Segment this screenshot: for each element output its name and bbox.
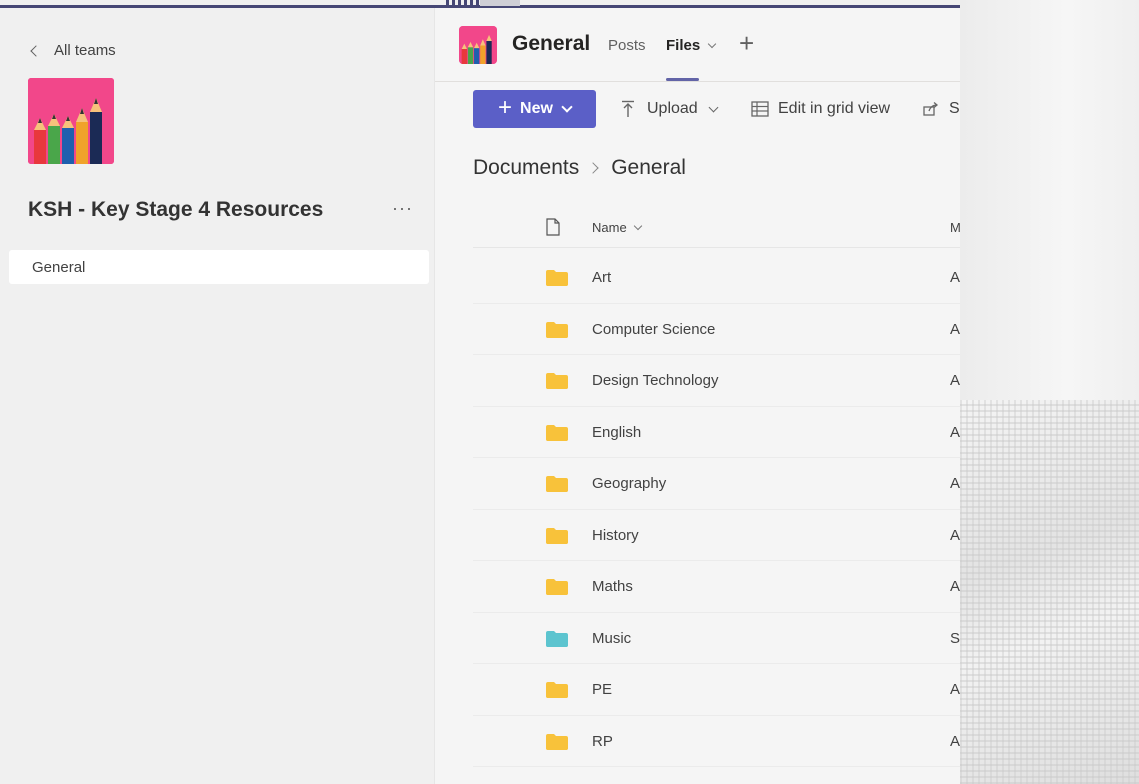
file-row[interactable]: Design Technology A: [473, 355, 961, 407]
app-bar-segment: [480, 0, 520, 6]
file-list-header: Name M: [473, 208, 961, 248]
tab-files[interactable]: Files: [666, 37, 717, 54]
file-row[interactable]: PE A: [473, 664, 961, 716]
breadcrumb: Documents General: [473, 156, 686, 180]
column-name-label: Name: [592, 220, 627, 235]
edit-in-grid-view-button[interactable]: Edit in grid view: [751, 100, 890, 118]
team-name: KSH - Key Stage 4 Resources: [28, 198, 324, 221]
file-name: PE: [592, 681, 613, 698]
folder-icon: [546, 476, 568, 497]
file-row[interactable]: English A: [473, 407, 961, 458]
add-tab-button[interactable]: +: [739, 30, 754, 56]
channel-title: General: [512, 32, 591, 55]
file-row[interactable]: Maths A: [473, 561, 961, 613]
channel-content: General Posts Files + + New Upload Edit …: [434, 8, 961, 784]
file-row[interactable]: Geography A: [473, 458, 961, 510]
share-label: S: [949, 100, 960, 117]
file-name: English: [592, 423, 642, 441]
column-header-name[interactable]: Name: [592, 220, 642, 235]
chevron-right-icon: [587, 162, 599, 174]
file-name: RP: [592, 732, 613, 750]
grid-icon: [751, 101, 769, 117]
active-tab-indicator: [666, 78, 699, 81]
file-list: Art A Computer Science A Design Technology A E…: [473, 252, 961, 767]
team-logo: [28, 78, 114, 164]
file-name: Design Technology: [592, 372, 719, 389]
file-name: Maths: [592, 578, 633, 595]
files-toolbar: + New Upload Edit in grid view S: [435, 88, 961, 130]
folder-icon: [546, 579, 568, 600]
tab-files-label: Files: [666, 37, 701, 54]
chevron-down-icon: [633, 221, 642, 231]
new-button-label: New: [520, 100, 553, 117]
folder-icon: [546, 527, 568, 549]
upload-icon: [622, 100, 634, 117]
file-name: Computer Science: [592, 320, 716, 338]
file-type-icon: [546, 218, 560, 241]
background-pattern: [960, 400, 1139, 784]
file-row[interactable]: Computer Science A: [473, 304, 961, 355]
folder-icon: [546, 733, 568, 755]
channel-item-general[interactable]: General: [9, 250, 429, 284]
channel-header: General Posts Files +: [435, 8, 961, 82]
chevron-down-icon: [707, 39, 717, 49]
share-icon: [923, 102, 939, 116]
file-row[interactable]: Art A: [473, 252, 961, 304]
folder-icon: [546, 321, 568, 343]
share-button[interactable]: S: [923, 100, 960, 118]
file-name: Geography: [592, 475, 667, 492]
chevron-down-icon: [561, 100, 573, 113]
file-name: Art: [592, 269, 612, 286]
channel-label: General: [32, 258, 86, 276]
team-sidebar: All teams KSH - Key Stage 4 Resources ··…: [0, 8, 432, 784]
all-teams-link[interactable]: All teams: [28, 42, 116, 59]
file-row[interactable]: Music S: [473, 613, 961, 664]
all-teams-label: All teams: [54, 42, 116, 59]
folder-icon: [546, 682, 568, 703]
grid-view-label: Edit in grid view: [778, 100, 891, 117]
folder-icon: [546, 424, 568, 446]
tab-posts[interactable]: Posts: [608, 37, 646, 54]
chevron-down-icon: [708, 102, 719, 112]
plus-icon: +: [498, 94, 513, 121]
folder-icon: [546, 373, 568, 394]
upload-button[interactable]: Upload: [621, 100, 719, 118]
channel-team-logo: [459, 26, 497, 64]
file-name: Music: [592, 629, 632, 647]
app-bar-indicator: [446, 0, 480, 6]
chevron-left-icon: [30, 44, 42, 57]
folder-icon: [546, 270, 568, 291]
file-row[interactable]: History A: [473, 510, 961, 561]
background-area: [960, 0, 1139, 400]
pencils-icon: [459, 26, 497, 64]
upload-label: Upload: [647, 100, 698, 117]
breadcrumb-documents[interactable]: Documents: [473, 156, 579, 180]
folder-icon: [546, 630, 568, 652]
new-button[interactable]: + New: [473, 90, 596, 128]
pencils-icon: [28, 78, 114, 164]
team-more-options-button[interactable]: ···: [392, 198, 413, 219]
breadcrumb-current: General: [611, 156, 686, 179]
file-row[interactable]: RP A: [473, 716, 961, 767]
file-name: History: [592, 526, 639, 544]
